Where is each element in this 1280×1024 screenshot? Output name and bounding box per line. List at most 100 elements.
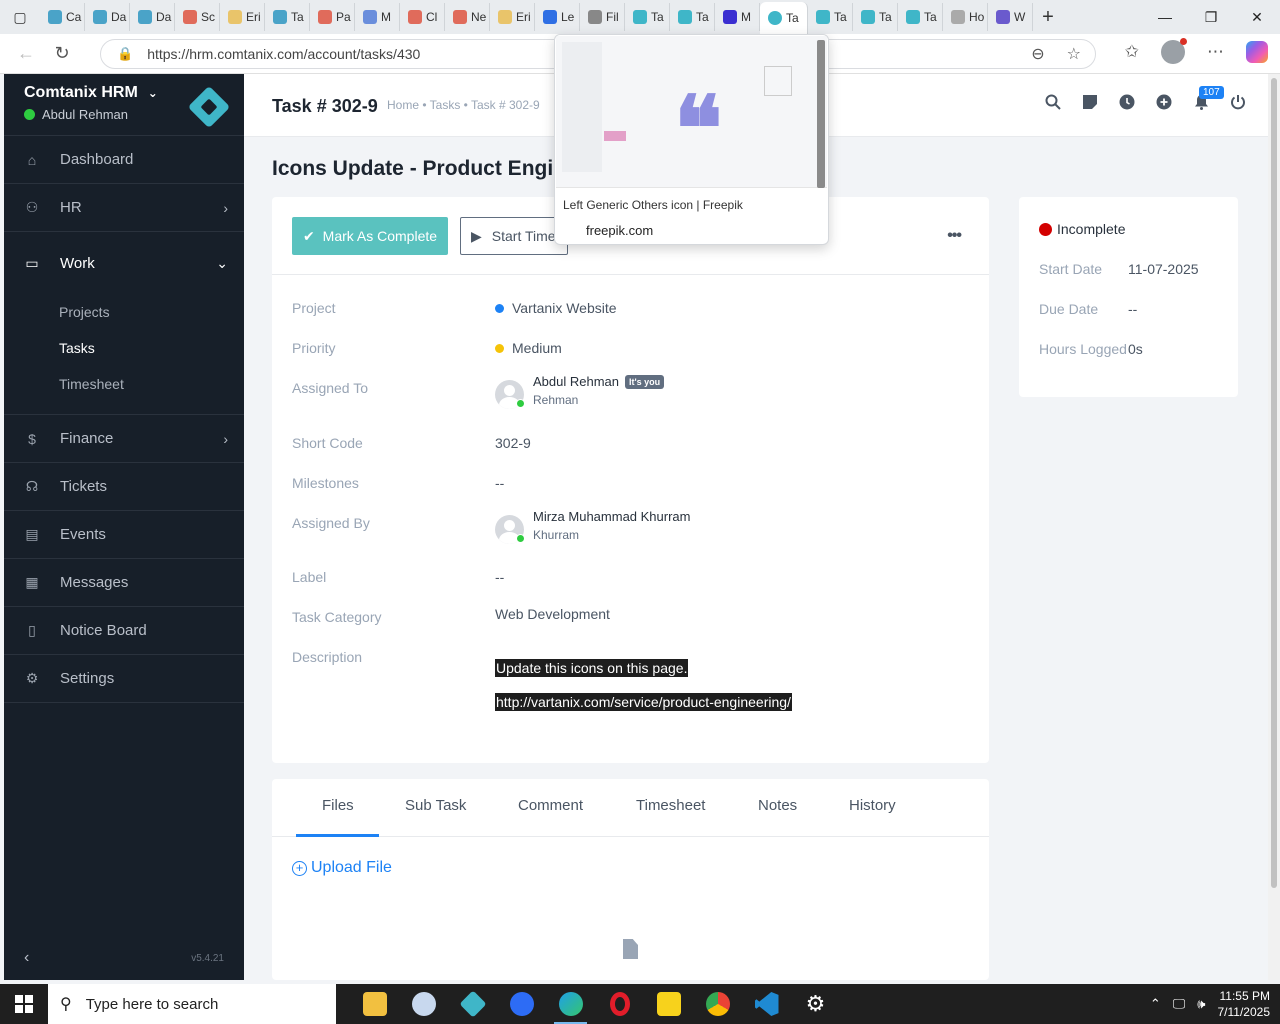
power-icon[interactable] [1230, 94, 1246, 110]
breadcrumb[interactable]: Home • Tasks • Task # 302-9 [387, 98, 540, 112]
browser-tab[interactable]: Ta [898, 3, 943, 31]
scrollbar-thumb[interactable] [1271, 78, 1277, 888]
bell-icon[interactable]: 107 [1193, 86, 1224, 110]
start-timer-button[interactable]: ▶ Start Timer [460, 217, 568, 255]
taskbar-search[interactable]: ⚲ Type here to search [48, 984, 336, 1024]
project-name: Vartanix Website [512, 300, 617, 316]
paint-app-icon[interactable] [399, 984, 448, 1024]
clock-icon[interactable] [1119, 94, 1135, 110]
comtanix-app-icon[interactable] [448, 984, 497, 1024]
browser-tab[interactable]: Ta [625, 3, 670, 31]
close-window-icon[interactable]: ✕ [1234, 0, 1280, 34]
collapse-sidebar-icon[interactable]: ‹ [24, 949, 29, 967]
tab-label: Ta [786, 11, 799, 25]
browser-tab[interactable]: M [715, 3, 760, 31]
sidebar-item-dashboard[interactable]: ⌂ Dashboard [4, 136, 244, 184]
more-options-icon[interactable]: ••• [947, 227, 962, 245]
tab-label: Ta [291, 10, 304, 24]
browser-tab-active[interactable]: Ta ✕ [760, 2, 808, 34]
status-dot-icon [1039, 222, 1052, 236]
browser-tab[interactable]: Cl [400, 3, 445, 31]
tab-timesheet[interactable]: Timesheet [636, 797, 705, 814]
page-scrollbar[interactable] [1268, 74, 1280, 980]
new-tab-button[interactable]: + [1033, 6, 1063, 29]
start-button[interactable] [0, 984, 48, 1024]
vscode-icon[interactable] [742, 984, 791, 1024]
browser-tab[interactable]: Le [535, 3, 580, 31]
sidebar-subitem-projects[interactable]: Projects [59, 294, 244, 330]
more-options-icon[interactable]: ⋯ [1207, 42, 1224, 62]
favorites-icon[interactable]: ✩ [1125, 42, 1139, 62]
tab-actions-icon[interactable]: ▢ [0, 0, 40, 34]
project-color-dot [495, 304, 504, 313]
lock-icon[interactable]: 🔒 [117, 46, 133, 62]
edge-browser-icon[interactable] [546, 984, 595, 1024]
browser-tab[interactable]: Da [85, 3, 130, 31]
favorite-star-icon[interactable]: ☆ [1067, 44, 1081, 64]
add-circle-icon[interactable] [1156, 94, 1172, 110]
sidebar-item-notice-board[interactable]: ▯ Notice Board [4, 607, 244, 655]
description-link[interactable]: http://vartanix.com/service/product-engi… [495, 693, 792, 711]
browser-tab[interactable]: M [355, 3, 400, 31]
sidebar-item-events[interactable]: ▤ Events [4, 511, 244, 559]
reader-mode-icon[interactable]: ⊖ [1031, 44, 1044, 64]
sidebar-item-work[interactable]: ▭ Work ⌄ [4, 232, 244, 294]
tab-favicon-icon [228, 10, 242, 24]
chevron-up-icon[interactable]: ⌃ [1150, 996, 1161, 1012]
search-icon[interactable] [1045, 94, 1061, 110]
network-icon[interactable]: 🖵 [1173, 996, 1186, 1012]
browser-tab[interactable]: Fil [580, 3, 625, 31]
zoom-app-icon[interactable] [497, 984, 546, 1024]
reload-icon[interactable]: ↻ [44, 36, 80, 72]
detail-row-assigned-to: Assigned To Abdul Rehman It's you Rehman [292, 374, 892, 430]
clock[interactable]: 11:55 PM 7/11/2025 [1218, 988, 1271, 1020]
assignee-name[interactable]: Abdul Rehman It's you [533, 374, 665, 389]
tab-sub-task[interactable]: Sub Task [405, 797, 466, 814]
mark-complete-button[interactable]: ✔ Mark As Complete [292, 217, 448, 255]
browser-tab[interactable]: Eri [220, 3, 265, 31]
browser-tab[interactable]: Ta [265, 3, 310, 31]
label-value: -- [495, 569, 505, 585]
file-icon [623, 939, 638, 959]
sidebar-item-messages[interactable]: ▦ Messages [4, 559, 244, 607]
minimize-icon[interactable]: — [1142, 0, 1188, 34]
browser-tab[interactable]: Eri [490, 3, 535, 31]
sidebar-header[interactable]: Comtanix HRM ⌄ Abdul Rehman [4, 74, 244, 136]
browser-tab[interactable]: Ho [943, 3, 988, 31]
file-explorer-icon[interactable] [350, 984, 399, 1024]
browser-tab[interactable]: Ta [808, 3, 853, 31]
browser-tab[interactable]: Sc [175, 3, 220, 31]
back-icon[interactable]: ← [8, 36, 44, 72]
settings-gear-icon[interactable]: ⚙ [791, 984, 840, 1024]
assigner-name[interactable]: Mirza Muhammad Khurram [533, 509, 691, 524]
tab-comment[interactable]: Comment [518, 797, 583, 814]
browser-tab[interactable]: Pa [310, 3, 355, 31]
opera-browser-icon[interactable] [595, 984, 644, 1024]
tab-notes[interactable]: Notes [758, 797, 797, 814]
browser-tab[interactable]: Da [130, 3, 175, 31]
notification-badge: 107 [1199, 86, 1224, 99]
browser-tab[interactable]: Ta [853, 3, 898, 31]
tab-files[interactable]: Files [322, 797, 354, 814]
sidebar-item-tickets[interactable]: ☊ Tickets [4, 463, 244, 511]
sidebar-item-hr[interactable]: ⚇ HR › [4, 184, 244, 232]
profile-avatar[interactable] [1161, 38, 1187, 64]
tab-history[interactable]: History [849, 797, 896, 814]
upload-file-link[interactable]: + Upload File [292, 859, 392, 877]
sidebar-subitem-tasks[interactable]: Tasks [59, 330, 244, 366]
browser-tab[interactable]: Ta [670, 3, 715, 31]
sidebar-item-finance[interactable]: $ Finance › [4, 415, 244, 463]
browser-tab[interactable]: W [988, 3, 1033, 31]
copilot-icon[interactable] [1246, 41, 1268, 63]
browser-tab[interactable]: Ne [445, 3, 490, 31]
volume-icon[interactable]: 🕪 [1197, 996, 1205, 1012]
sidebar-subitem-timesheet[interactable]: Timesheet [59, 366, 244, 402]
sidebar-item-settings[interactable]: ⚙ Settings [4, 655, 244, 703]
project-value[interactable]: Vartanix Website [495, 300, 617, 316]
tab-hover-preview[interactable]: ❝ Left Generic Others icon | Freepik fre… [554, 34, 829, 245]
restore-icon[interactable]: ❐ [1188, 0, 1234, 34]
sticky-note-icon[interactable] [1082, 94, 1098, 110]
browser-tab[interactable]: Ca [40, 3, 85, 31]
sticky-notes-icon[interactable] [644, 984, 693, 1024]
chrome-browser-icon[interactable] [693, 984, 742, 1024]
